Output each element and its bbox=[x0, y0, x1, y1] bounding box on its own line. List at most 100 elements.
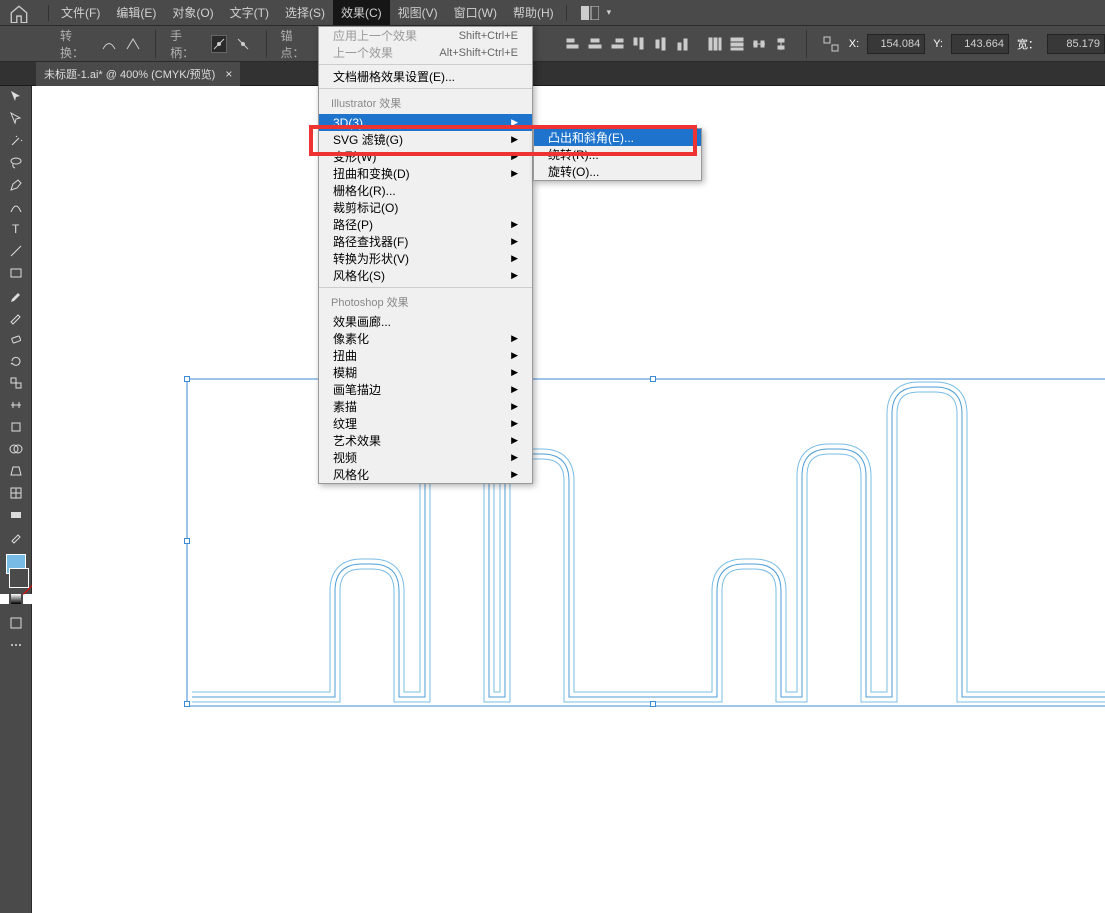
menu-edit[interactable]: 编辑(E) bbox=[108, 0, 164, 25]
gradient-tool[interactable] bbox=[3, 504, 29, 526]
menu-item[interactable]: 风格化(S)▶ bbox=[319, 267, 532, 284]
menu-effect[interactable]: 效果(C) bbox=[333, 0, 390, 25]
rotate-tool[interactable] bbox=[3, 350, 29, 372]
menu-select[interactable]: 选择(S) bbox=[277, 0, 333, 25]
menu-item[interactable]: 艺术效果▶ bbox=[319, 432, 532, 449]
screen-mode-tool[interactable] bbox=[3, 612, 29, 634]
menu-item[interactable]: 变形(W)▶ bbox=[319, 148, 532, 165]
menu-item[interactable]: 凸出和斜角(E)... bbox=[534, 129, 701, 146]
handle-1-icon[interactable] bbox=[211, 35, 227, 53]
align-bottom-icon[interactable] bbox=[672, 33, 694, 55]
stroke-swatch[interactable] bbox=[9, 568, 29, 588]
perspective-tool[interactable] bbox=[3, 460, 29, 482]
convert-corner-icon[interactable] bbox=[125, 35, 141, 53]
swatch-color-icon[interactable] bbox=[0, 594, 9, 604]
curvature-tool[interactable] bbox=[3, 196, 29, 218]
menu-item[interactable]: 模糊▶ bbox=[319, 364, 532, 381]
menu-item[interactable]: 视频▶ bbox=[319, 449, 532, 466]
swatch-none-icon[interactable] bbox=[23, 594, 33, 604]
dist-2-icon[interactable] bbox=[726, 33, 748, 55]
color-swatches[interactable] bbox=[0, 554, 31, 604]
selection-handle[interactable] bbox=[184, 376, 190, 382]
menu-item-label: 视频 bbox=[333, 449, 357, 466]
mesh-tool[interactable] bbox=[3, 482, 29, 504]
menu-view[interactable]: 视图(V) bbox=[390, 0, 446, 25]
free-transform-tool[interactable] bbox=[3, 416, 29, 438]
home-icon[interactable] bbox=[8, 4, 30, 22]
lasso-tool[interactable] bbox=[3, 152, 29, 174]
menu-item-label: 纹理 bbox=[333, 415, 357, 432]
align-left-icon[interactable] bbox=[562, 33, 584, 55]
menu-item[interactable]: 风格化▶ bbox=[319, 466, 532, 483]
dist-4-icon[interactable] bbox=[770, 33, 792, 55]
menu-type[interactable]: 文字(T) bbox=[222, 0, 277, 25]
dist-3-icon[interactable] bbox=[748, 33, 770, 55]
line-tool[interactable] bbox=[3, 240, 29, 262]
menu-item[interactable]: 路径(P)▶ bbox=[319, 216, 532, 233]
workspace-switcher[interactable]: ▾ bbox=[581, 6, 612, 20]
align-right-icon[interactable] bbox=[606, 33, 628, 55]
selection-handle[interactable] bbox=[184, 701, 190, 707]
selection-tool[interactable] bbox=[3, 86, 29, 108]
menu-item[interactable]: 栅格化(R)... bbox=[319, 182, 532, 199]
pen-tool[interactable] bbox=[3, 174, 29, 196]
eyedropper-tool[interactable] bbox=[3, 526, 29, 548]
w-input[interactable] bbox=[1047, 34, 1105, 54]
pencil-tool[interactable] bbox=[3, 306, 29, 328]
menu-item[interactable]: 上一个效果Alt+Shift+Ctrl+E bbox=[319, 44, 532, 61]
menu-item-label: 素描 bbox=[333, 398, 357, 415]
menu-item[interactable]: 扭曲和变换(D)▶ bbox=[319, 165, 532, 182]
menu-item[interactable]: 素描▶ bbox=[319, 398, 532, 415]
scale-tool[interactable] bbox=[3, 372, 29, 394]
menu-item[interactable]: 旋转(O)... bbox=[534, 163, 701, 180]
menu-item[interactable]: 绕转(R)... bbox=[534, 146, 701, 163]
submenu-arrow-icon: ▶ bbox=[511, 117, 518, 128]
menu-item[interactable]: 像素化▶ bbox=[319, 330, 532, 347]
align-center-h-icon[interactable] bbox=[584, 33, 606, 55]
width-tool[interactable] bbox=[3, 394, 29, 416]
canvas[interactable] bbox=[32, 86, 1105, 913]
submenu-arrow-icon: ▶ bbox=[511, 253, 518, 264]
direct-selection-tool[interactable] bbox=[3, 108, 29, 130]
x-input[interactable] bbox=[867, 34, 925, 54]
submenu-arrow-icon: ▶ bbox=[511, 219, 518, 230]
menu-item[interactable]: SVG 滤镜(G)▶ bbox=[319, 131, 532, 148]
menu-item[interactable]: 纹理▶ bbox=[319, 415, 532, 432]
magic-wand-tool[interactable] bbox=[3, 130, 29, 152]
selection-handle[interactable] bbox=[184, 538, 190, 544]
type-tool[interactable]: T bbox=[3, 218, 29, 240]
menu-item[interactable]: 效果画廊... bbox=[319, 313, 532, 330]
eraser-tool[interactable] bbox=[3, 328, 29, 350]
menu-help[interactable]: 帮助(H) bbox=[505, 0, 562, 25]
menu-file[interactable]: 文件(F) bbox=[53, 0, 108, 25]
y-input[interactable] bbox=[951, 34, 1009, 54]
selection-handle[interactable] bbox=[650, 376, 656, 382]
swatch-gradient-icon[interactable] bbox=[11, 594, 21, 604]
align-center-v-icon[interactable] bbox=[650, 33, 672, 55]
menu-item[interactable]: 应用上一个效果Shift+Ctrl+E bbox=[319, 27, 532, 44]
edit-toolbar-tool[interactable] bbox=[3, 634, 29, 656]
submenu-arrow-icon: ▶ bbox=[511, 469, 518, 480]
dist-1-icon[interactable] bbox=[704, 33, 726, 55]
transform-img-icon[interactable] bbox=[821, 33, 841, 55]
paintbrush-tool[interactable] bbox=[3, 284, 29, 306]
align-top-icon[interactable] bbox=[628, 33, 650, 55]
selection-handle[interactable] bbox=[650, 701, 656, 707]
menu-item[interactable]: 路径查找器(F)▶ bbox=[319, 233, 532, 250]
menu-item-label: 凸出和斜角(E)... bbox=[548, 129, 634, 146]
shape-builder-tool[interactable] bbox=[3, 438, 29, 460]
menu-item[interactable]: 裁剪标记(O) bbox=[319, 199, 532, 216]
menu-object[interactable]: 对象(O) bbox=[164, 0, 221, 25]
menu-window[interactable]: 窗口(W) bbox=[446, 0, 505, 25]
menu-item[interactable]: 文档栅格效果设置(E)... bbox=[319, 68, 532, 85]
rectangle-tool[interactable] bbox=[3, 262, 29, 284]
handle-2-icon[interactable] bbox=[235, 35, 251, 53]
swatch-modes[interactable] bbox=[0, 594, 33, 604]
close-icon[interactable]: × bbox=[225, 67, 232, 81]
convert-smooth-icon[interactable] bbox=[101, 35, 117, 53]
menu-item[interactable]: 画笔描边▶ bbox=[319, 381, 532, 398]
menu-item[interactable]: 转换为形状(V)▶ bbox=[319, 250, 532, 267]
document-tab[interactable]: 未标题-1.ai* @ 400% (CMYK/预览) × bbox=[36, 62, 240, 86]
menu-item[interactable]: 扭曲▶ bbox=[319, 347, 532, 364]
menu-item[interactable]: 3D(3)▶ bbox=[319, 114, 532, 131]
